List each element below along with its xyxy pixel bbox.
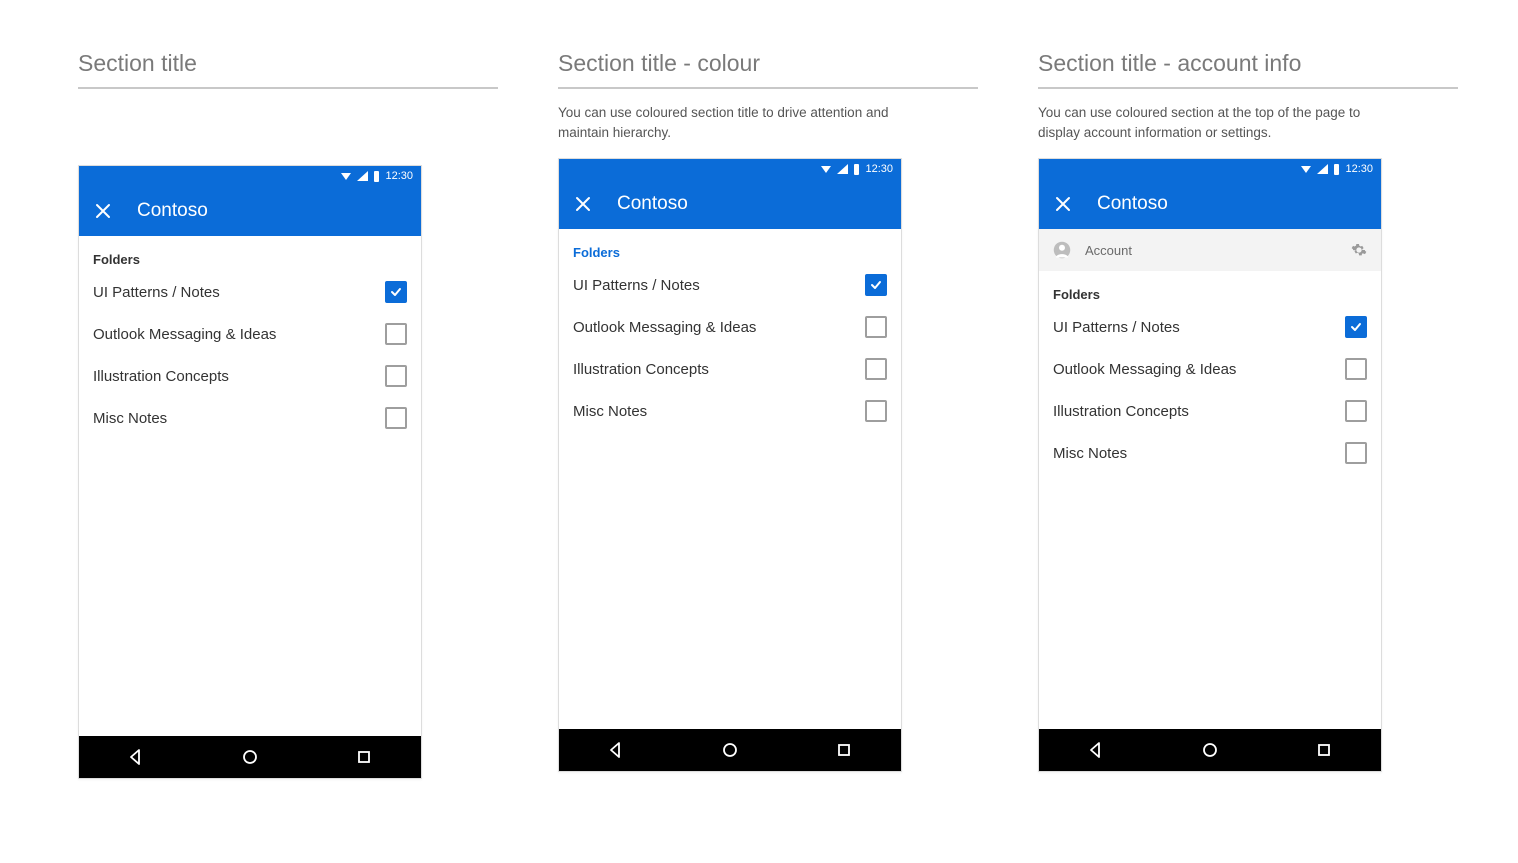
recent-icon[interactable]: [822, 729, 866, 771]
folder-label: Outlook Messaging & Ideas: [93, 326, 276, 343]
column-description: You can use coloured section at the top …: [1038, 103, 1378, 142]
folder-label: Outlook Messaging & Ideas: [1053, 361, 1236, 378]
battery-icon: [854, 164, 859, 175]
folder-row[interactable]: Outlook Messaging & Ideas: [79, 313, 421, 355]
app-bar: Contoso: [559, 179, 901, 229]
content-area: Folders UI Patterns / Notes Outlook Mess…: [79, 236, 421, 736]
folder-row[interactable]: UI Patterns / Notes: [79, 271, 421, 313]
column: Section title 12:30 Contoso Folders UI P…: [78, 50, 498, 779]
folder-row[interactable]: Outlook Messaging & Ideas: [1039, 348, 1381, 390]
checkbox-icon[interactable]: [1345, 400, 1367, 422]
signal-icon: [1317, 164, 1328, 174]
close-icon[interactable]: [573, 194, 593, 214]
folder-label: Misc Notes: [93, 410, 167, 427]
content-area: Account Folders UI Patterns / Notes Outl…: [1039, 229, 1381, 729]
column-title: Section title - colour: [558, 50, 978, 89]
android-nav-bar: [559, 729, 901, 771]
column: Section title - account info You can use…: [1038, 50, 1458, 772]
android-nav-bar: [1039, 729, 1381, 771]
account-row[interactable]: Account: [1039, 229, 1381, 271]
person-icon: [1053, 241, 1071, 259]
folder-row[interactable]: Misc Notes: [1039, 432, 1381, 474]
phone-mock: 12:30 Contoso Folders UI Patterns / Note…: [558, 158, 902, 772]
app-bar: Contoso: [1039, 179, 1381, 229]
android-nav-bar: [79, 736, 421, 778]
folder-label: UI Patterns / Notes: [93, 284, 220, 301]
close-icon[interactable]: [93, 201, 113, 221]
folder-label: Illustration Concepts: [1053, 403, 1189, 420]
home-icon[interactable]: [708, 729, 752, 771]
folder-label: Illustration Concepts: [573, 361, 709, 378]
status-bar: 12:30: [1039, 159, 1381, 179]
folder-label: Outlook Messaging & Ideas: [573, 319, 756, 336]
gear-icon[interactable]: [1351, 242, 1367, 258]
folder-row[interactable]: Misc Notes: [79, 397, 421, 439]
checkbox-checked-icon[interactable]: [385, 281, 407, 303]
folder-label: Illustration Concepts: [93, 368, 229, 385]
content-area: Folders UI Patterns / Notes Outlook Mess…: [559, 229, 901, 729]
status-bar: 12:30: [79, 166, 421, 186]
app-title: Contoso: [1097, 193, 1168, 215]
checkbox-checked-icon[interactable]: [1345, 316, 1367, 338]
checkbox-icon[interactable]: [385, 365, 407, 387]
column-title: Section title - account info: [1038, 50, 1458, 89]
battery-icon: [374, 171, 379, 182]
app-title: Contoso: [617, 193, 688, 215]
folder-label: UI Patterns / Notes: [1053, 319, 1180, 336]
phone-mock: 12:30 Contoso Folders UI Patterns / Note…: [78, 165, 422, 779]
checkbox-icon[interactable]: [865, 358, 887, 380]
checkbox-icon[interactable]: [385, 323, 407, 345]
folder-row[interactable]: Misc Notes: [559, 390, 901, 432]
folder-label: Misc Notes: [1053, 445, 1127, 462]
status-time: 12:30: [385, 170, 413, 182]
close-icon[interactable]: [1053, 194, 1073, 214]
app-bar: Contoso: [79, 186, 421, 236]
status-bar: 12:30: [559, 159, 901, 179]
spacer: [78, 103, 498, 165]
recent-icon[interactable]: [342, 736, 386, 778]
column-description: You can use coloured section title to dr…: [558, 103, 898, 142]
home-icon[interactable]: [228, 736, 272, 778]
checkbox-icon[interactable]: [1345, 442, 1367, 464]
back-icon[interactable]: [1074, 729, 1118, 771]
battery-icon: [1334, 164, 1339, 175]
folder-row[interactable]: Illustration Concepts: [559, 348, 901, 390]
status-time: 12:30: [865, 163, 893, 175]
folder-row[interactable]: Outlook Messaging & Ideas: [559, 306, 901, 348]
folder-label: Misc Notes: [573, 403, 647, 420]
phone-mock: 12:30 Contoso Account Folders UI Pattern…: [1038, 158, 1382, 772]
checkbox-checked-icon[interactable]: [865, 274, 887, 296]
column: Section title - colour You can use colou…: [558, 50, 978, 772]
folder-label: UI Patterns / Notes: [573, 277, 700, 294]
account-label: Account: [1085, 243, 1132, 258]
signal-icon: [837, 164, 848, 174]
recent-icon[interactable]: [1302, 729, 1346, 771]
folder-row[interactable]: Illustration Concepts: [1039, 390, 1381, 432]
wifi-icon: [1301, 166, 1311, 173]
app-title: Contoso: [137, 200, 208, 222]
checkbox-icon[interactable]: [865, 400, 887, 422]
section-header: Folders: [559, 229, 901, 264]
wifi-icon: [341, 173, 351, 180]
back-icon[interactable]: [114, 736, 158, 778]
folder-row[interactable]: UI Patterns / Notes: [559, 264, 901, 306]
checkbox-icon[interactable]: [865, 316, 887, 338]
home-icon[interactable]: [1188, 729, 1232, 771]
back-icon[interactable]: [594, 729, 638, 771]
column-title: Section title: [78, 50, 498, 89]
checkbox-icon[interactable]: [1345, 358, 1367, 380]
status-time: 12:30: [1345, 163, 1373, 175]
folder-row[interactable]: UI Patterns / Notes: [1039, 306, 1381, 348]
section-header: Folders: [1039, 271, 1381, 306]
wifi-icon: [821, 166, 831, 173]
section-header: Folders: [79, 236, 421, 271]
folder-row[interactable]: Illustration Concepts: [79, 355, 421, 397]
checkbox-icon[interactable]: [385, 407, 407, 429]
signal-icon: [357, 171, 368, 181]
